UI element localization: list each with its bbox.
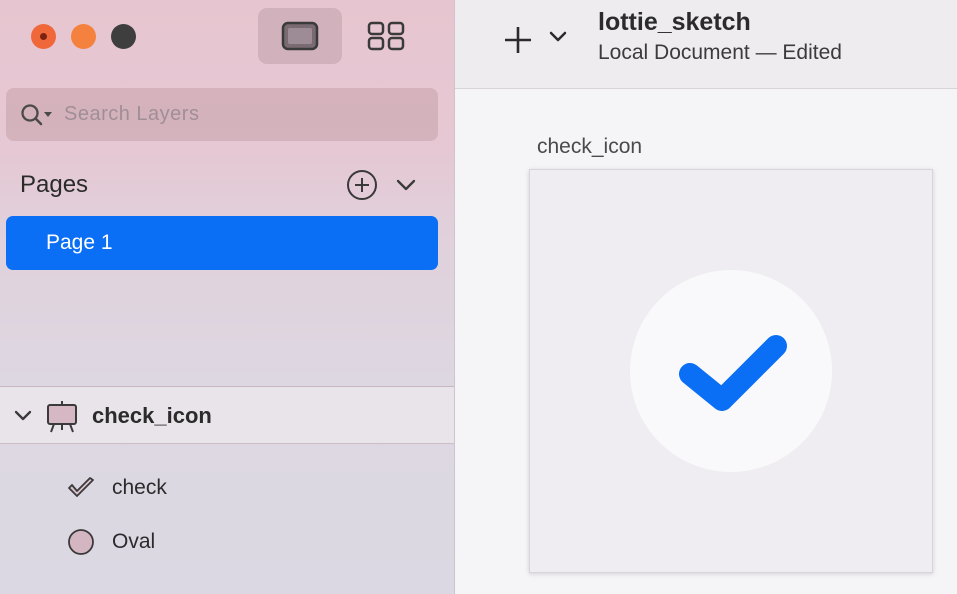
grid-view-icon bbox=[367, 21, 405, 51]
check-shape-icon bbox=[66, 475, 96, 501]
canvas-view-icon bbox=[281, 21, 319, 51]
document-status: Local Document — Edited bbox=[598, 41, 842, 64]
artboard-icon bbox=[44, 399, 80, 435]
collapse-pages-button[interactable] bbox=[395, 175, 417, 195]
document-title: lottie_sketch bbox=[598, 8, 751, 36]
pages-heading: Pages bbox=[20, 171, 89, 198]
artboard[interactable] bbox=[529, 169, 933, 573]
layer-row-oval[interactable]: Oval bbox=[0, 517, 454, 567]
chevron-down-icon bbox=[549, 31, 567, 42]
layer-label: Oval bbox=[112, 530, 156, 553]
search-layers-field[interactable] bbox=[6, 88, 438, 141]
artboard-title[interactable]: check_icon bbox=[537, 135, 642, 159]
layer-row-artboard[interactable]: check_icon bbox=[0, 387, 454, 444]
insert-menu-button[interactable] bbox=[547, 26, 569, 46]
maximize-window-button[interactable] bbox=[111, 24, 136, 49]
check-mark-icon[interactable] bbox=[678, 332, 788, 420]
plus-circle-icon bbox=[347, 170, 377, 200]
minimize-window-button[interactable] bbox=[71, 24, 96, 49]
chevron-down-icon bbox=[396, 179, 416, 191]
search-layers-input[interactable] bbox=[62, 102, 406, 127]
close-window-button[interactable] bbox=[31, 24, 56, 49]
search-icon[interactable] bbox=[20, 103, 54, 127]
grid-view-button[interactable] bbox=[344, 8, 428, 64]
canvas-view-button[interactable] bbox=[258, 8, 342, 64]
layer-label: check bbox=[112, 476, 167, 499]
toolbar: lottie_sketch Local Document — Edited bbox=[455, 0, 957, 89]
artboard-layer-label: check_icon bbox=[92, 403, 212, 428]
canvas[interactable]: check_icon bbox=[455, 89, 957, 594]
insert-button[interactable] bbox=[502, 24, 534, 56]
add-page-button[interactable] bbox=[346, 169, 378, 201]
page-item-label: Page 1 bbox=[46, 231, 113, 254]
oval-icon bbox=[66, 529, 96, 555]
sidebar: Pages Page 1 ch bbox=[0, 0, 455, 594]
disclosure-chevron[interactable] bbox=[12, 406, 34, 426]
plus-icon bbox=[505, 27, 531, 53]
layer-row-check[interactable]: check bbox=[0, 463, 454, 513]
page-list-item[interactable]: Page 1 bbox=[6, 216, 438, 270]
chevron-down-icon bbox=[14, 410, 32, 421]
